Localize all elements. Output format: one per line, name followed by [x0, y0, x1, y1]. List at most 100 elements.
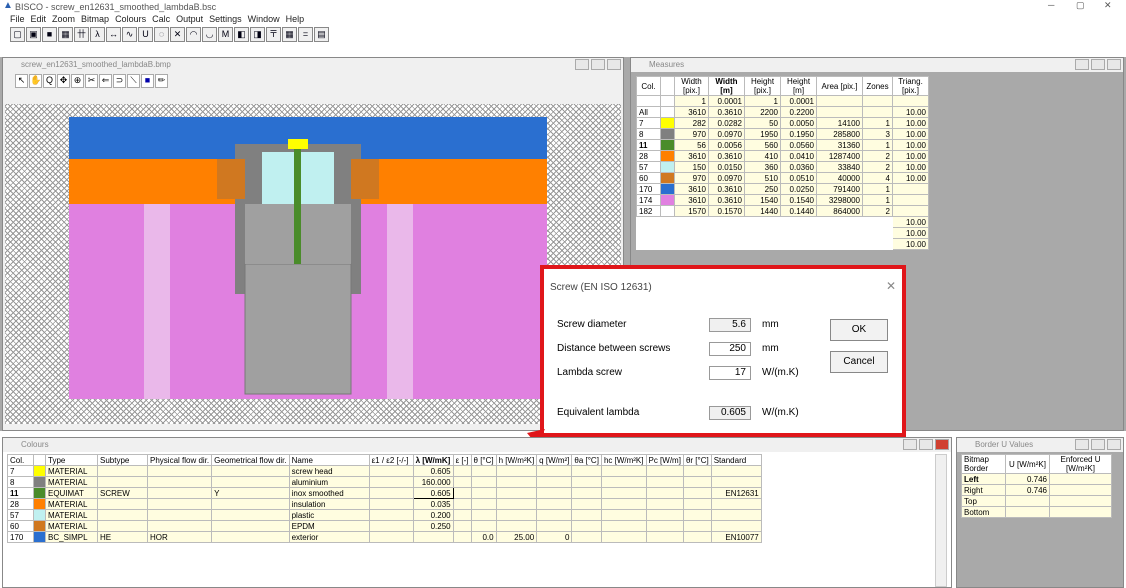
table-cell[interactable] — [892, 194, 929, 206]
table-cell[interactable]: 3610 — [674, 106, 709, 118]
menu-zoom[interactable]: Zoom — [52, 14, 75, 24]
table-cell[interactable] — [892, 205, 929, 217]
table-cell[interactable]: 0.250 — [412, 520, 454, 532]
zoom-icon[interactable]: Q — [43, 74, 56, 88]
lambda-icon[interactable]: λ — [90, 27, 105, 42]
table-cell[interactable]: screw head — [288, 465, 370, 477]
table-cell[interactable] — [571, 531, 602, 543]
line-icon[interactable]: ⟍ — [127, 74, 140, 88]
close-icon[interactable] — [935, 439, 949, 450]
table-cell[interactable] — [1049, 495, 1112, 507]
table-cell[interactable] — [368, 498, 414, 510]
table-cell[interactable]: 0.0 — [470, 531, 497, 543]
table-cell[interactable] — [536, 487, 573, 499]
arrow-left-icon[interactable]: ⇐ — [99, 74, 112, 88]
table-cell[interactable]: 1 — [744, 95, 781, 107]
hand-icon[interactable]: ✋ — [29, 74, 42, 88]
minimize-icon[interactable] — [903, 439, 917, 450]
table-cell[interactable] — [368, 520, 414, 532]
table-cell[interactable]: 410 — [744, 150, 781, 162]
table-cell[interactable]: insulation — [288, 498, 370, 510]
table-cell[interactable]: 0.0560 — [780, 139, 817, 151]
table-cell[interactable]: 56 — [674, 139, 709, 151]
calc-icon[interactable]: ∿ — [122, 27, 137, 42]
table-cell[interactable]: 0.0150 — [708, 161, 745, 173]
table-cell[interactable] — [600, 465, 647, 477]
table-cell[interactable] — [600, 531, 647, 543]
table-cell[interactable]: 0.0970 — [708, 172, 745, 184]
table-cell[interactable] — [452, 476, 472, 488]
table-cell[interactable]: 3298000 — [816, 194, 863, 206]
table-cell[interactable] — [862, 95, 893, 107]
table-cell[interactable]: 0.3610 — [708, 150, 745, 162]
table-cell[interactable] — [645, 476, 684, 488]
table-cell[interactable]: 3610 — [674, 150, 709, 162]
table-cell[interactable]: 1570 — [674, 205, 709, 217]
move-icon[interactable]: ✥ — [57, 74, 70, 88]
table-cell[interactable] — [368, 487, 414, 499]
target-icon[interactable]: ⊕ — [71, 74, 84, 88]
table-cell[interactable] — [571, 465, 602, 477]
open-icon[interactable]: ▣ — [26, 27, 41, 42]
grid-icon[interactable]: ▦ — [282, 27, 297, 42]
table-cell[interactable] — [97, 498, 148, 510]
close-icon[interactable] — [1107, 439, 1121, 450]
table-cell[interactable]: 0.035 — [412, 498, 454, 510]
table-cell[interactable] — [146, 476, 213, 488]
table-cell[interactable] — [682, 465, 712, 477]
triang-cell[interactable]: 10.00 — [892, 227, 929, 239]
menu-help[interactable]: Help — [286, 14, 305, 24]
table-cell[interactable]: MATERIAL — [45, 509, 98, 521]
lambda-screw-field[interactable]: 17 — [709, 366, 751, 380]
table-cell[interactable]: 0.1440 — [780, 205, 817, 217]
paste-icon[interactable]: ◨ — [250, 27, 265, 42]
table-cell[interactable] — [97, 520, 148, 532]
table-cell[interactable]: HE — [97, 531, 148, 543]
table-cell[interactable] — [211, 520, 290, 532]
table-cell[interactable] — [146, 509, 213, 521]
table-cell[interactable]: 2 — [862, 205, 893, 217]
triang-cell[interactable]: 10.00 — [892, 238, 929, 250]
close-icon[interactable]: ✕ — [886, 279, 896, 293]
save-icon[interactable]: ■ — [42, 27, 57, 42]
vertical-scrollbar[interactable] — [935, 454, 947, 587]
table-cell[interactable]: 160.000 — [412, 476, 454, 488]
table-cell[interactable]: 10.00 — [892, 139, 929, 151]
table-cell[interactable]: 791400 — [816, 183, 863, 195]
table-cell[interactable] — [1049, 473, 1112, 485]
menu-settings[interactable]: Settings — [209, 14, 242, 24]
table-cell[interactable]: MATERIAL — [45, 498, 98, 510]
pencil-icon[interactable]: ✏ — [155, 74, 168, 88]
table-cell[interactable] — [600, 498, 647, 510]
table-cell[interactable] — [645, 498, 684, 510]
table-cell[interactable] — [571, 487, 602, 499]
table-cell[interactable]: 1 — [862, 139, 893, 151]
table-cell[interactable]: EQUIMAT — [45, 487, 98, 499]
table-cell[interactable] — [146, 520, 213, 532]
table-cell[interactable]: 560 — [744, 139, 781, 151]
table-cell[interactable]: 285800 — [816, 128, 863, 140]
table-cell[interactable] — [1005, 495, 1050, 507]
table-cell[interactable] — [536, 520, 573, 532]
table-cell[interactable]: 40000 — [816, 172, 863, 184]
table-cell[interactable] — [368, 531, 414, 543]
table-cell[interactable] — [470, 498, 497, 510]
table-cell[interactable] — [682, 509, 712, 521]
fill-icon[interactable]: ■ — [141, 74, 154, 88]
tool3-icon[interactable]: 〒 — [266, 27, 281, 42]
copy-icon[interactable]: ◧ — [234, 27, 249, 42]
table-cell[interactable]: 3610 — [674, 194, 709, 206]
restore-icon[interactable] — [919, 439, 933, 450]
table-row[interactable]: 170 BC_SIMPL HE HOR exterior 0.0 25.00 0 EN10077 — [7, 531, 762, 543]
close-icon[interactable] — [607, 59, 621, 70]
table-cell[interactable] — [495, 520, 538, 532]
table-cell[interactable] — [600, 487, 647, 499]
table-cell[interactable]: 2 — [862, 161, 893, 173]
table-cell[interactable]: 970 — [674, 172, 709, 184]
table-cell[interactable]: 1 — [674, 95, 709, 107]
menu-calc[interactable]: Calc — [152, 14, 170, 24]
table-cell[interactable] — [645, 531, 684, 543]
cut-icon[interactable]: ✂ — [85, 74, 98, 88]
table-cell[interactable] — [682, 487, 712, 499]
table-row[interactable]: 7 MATERIAL screw head 0.605 — [7, 465, 762, 477]
